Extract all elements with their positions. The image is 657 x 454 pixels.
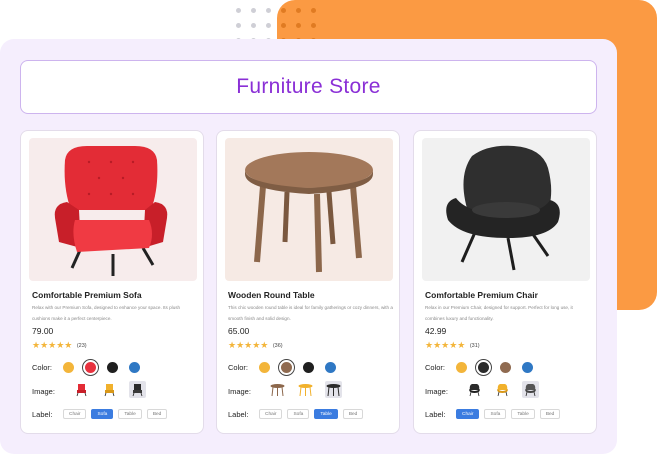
product-rating: ★★★★★ (23) (32, 341, 87, 350)
tag-table[interactable]: Table (118, 409, 142, 419)
decorative-dot (281, 23, 286, 28)
rating-stars: ★★★★★ (228, 340, 269, 350)
tag-sofa[interactable]: Sofa (484, 409, 507, 419)
gray-chair-thumb[interactable] (522, 381, 539, 398)
product-image[interactable] (29, 138, 197, 281)
decorative-dot (281, 8, 286, 13)
label-tags: Chair Sofa Table Bed (259, 409, 368, 419)
tag-bed[interactable]: Bed (539, 409, 561, 419)
black-chair-thumb[interactable] (129, 381, 146, 398)
decorative-dot (296, 23, 301, 28)
color-swatch-selected[interactable] (85, 362, 96, 373)
image-label: Image: (32, 387, 55, 396)
color-swatch[interactable] (303, 362, 314, 373)
product-price: 42.99 (425, 326, 447, 336)
decorative-dot (296, 8, 301, 13)
product-card-chair: Comfortable Premium Chair Relax in our P… (413, 130, 597, 434)
rating-count: (23) (76, 342, 87, 349)
product-price: 79.00 (32, 326, 54, 336)
decorative-dot (236, 8, 241, 13)
image-label: Image: (425, 387, 448, 396)
rating-stars: ★★★★★ (425, 340, 466, 350)
decorative-dot (251, 8, 256, 13)
decorative-dot (311, 8, 316, 13)
color-label: Color: (228, 363, 249, 372)
image-label: Image: (228, 387, 251, 396)
yellow-chair-thumb[interactable] (494, 381, 511, 398)
color-swatches (63, 362, 151, 373)
tag-bed[interactable]: Bed (342, 409, 364, 419)
label-tags: Chair Sofa Table Bed (456, 409, 565, 419)
rating-count: (31) (469, 342, 480, 349)
image-thumbnails (73, 381, 157, 398)
label-label: Label: (425, 410, 446, 419)
label-tags: Chair Sofa Table Bed (63, 409, 172, 419)
black-chair-thumb[interactable] (466, 381, 483, 398)
product-rating: ★★★★★ (31) (425, 341, 480, 350)
decorative-dot (311, 23, 316, 28)
color-swatch[interactable] (500, 362, 511, 373)
product-card-sofa: Comfortable Premium Sofa Relax with our … (20, 130, 204, 434)
color-swatch[interactable] (456, 362, 467, 373)
label-label: Label: (32, 410, 53, 419)
tag-sofa[interactable]: Sofa (91, 409, 114, 419)
color-swatch[interactable] (129, 362, 140, 373)
rating-count: (36) (272, 342, 283, 349)
color-swatch[interactable] (522, 362, 533, 373)
black-table-thumb[interactable] (325, 381, 342, 398)
label-label: Label: (228, 410, 249, 419)
color-swatch[interactable] (259, 362, 270, 373)
color-swatches (456, 362, 544, 373)
color-label: Color: (425, 363, 446, 372)
store-header: Furniture Store (20, 60, 597, 114)
product-name: Comfortable Premium Sofa (32, 290, 142, 300)
tag-sofa[interactable]: Sofa (287, 409, 310, 419)
product-image[interactable] (225, 138, 393, 281)
decorative-dot (266, 8, 271, 13)
decorative-dot (266, 23, 271, 28)
yellow-table-thumb[interactable] (297, 381, 314, 398)
product-rating: ★★★★★ (36) (228, 341, 283, 350)
tag-table[interactable]: Table (511, 409, 535, 419)
red-chair-thumb[interactable] (73, 381, 90, 398)
color-swatches (259, 362, 347, 373)
rating-stars: ★★★★★ (32, 340, 73, 350)
tag-chair[interactable]: Chair (456, 409, 480, 419)
color-swatch-selected[interactable] (478, 362, 489, 373)
product-name: Wooden Round Table (228, 290, 315, 300)
color-swatch[interactable] (63, 362, 74, 373)
tag-chair[interactable]: Chair (259, 409, 283, 419)
product-description: Relax in our Premium Chair, designed for… (425, 305, 573, 321)
tag-table[interactable]: Table (314, 409, 338, 419)
tag-bed[interactable]: Bed (146, 409, 168, 419)
tag-chair[interactable]: Chair (63, 409, 87, 419)
product-image[interactable] (422, 138, 590, 281)
decorative-dot (251, 23, 256, 28)
product-description: This chic wooden round table is ideal fo… (228, 305, 393, 321)
color-swatch[interactable] (325, 362, 336, 373)
product-price: 65.00 (228, 326, 250, 336)
product-card-table: Wooden Round Table This chic wooden roun… (216, 130, 400, 434)
color-swatch[interactable] (107, 362, 118, 373)
image-thumbnails (466, 381, 550, 398)
product-name: Comfortable Premium Chair (425, 290, 538, 300)
color-label: Color: (32, 363, 53, 372)
image-thumbnails (269, 381, 353, 398)
page-title: Furniture Store (236, 75, 381, 98)
color-swatch-selected[interactable] (281, 362, 292, 373)
product-description: Relax with our Premium Sofa, designed to… (32, 305, 181, 321)
brown-table-thumb[interactable] (269, 381, 286, 398)
decorative-dot (236, 23, 241, 28)
yellow-chair-thumb[interactable] (101, 381, 118, 398)
